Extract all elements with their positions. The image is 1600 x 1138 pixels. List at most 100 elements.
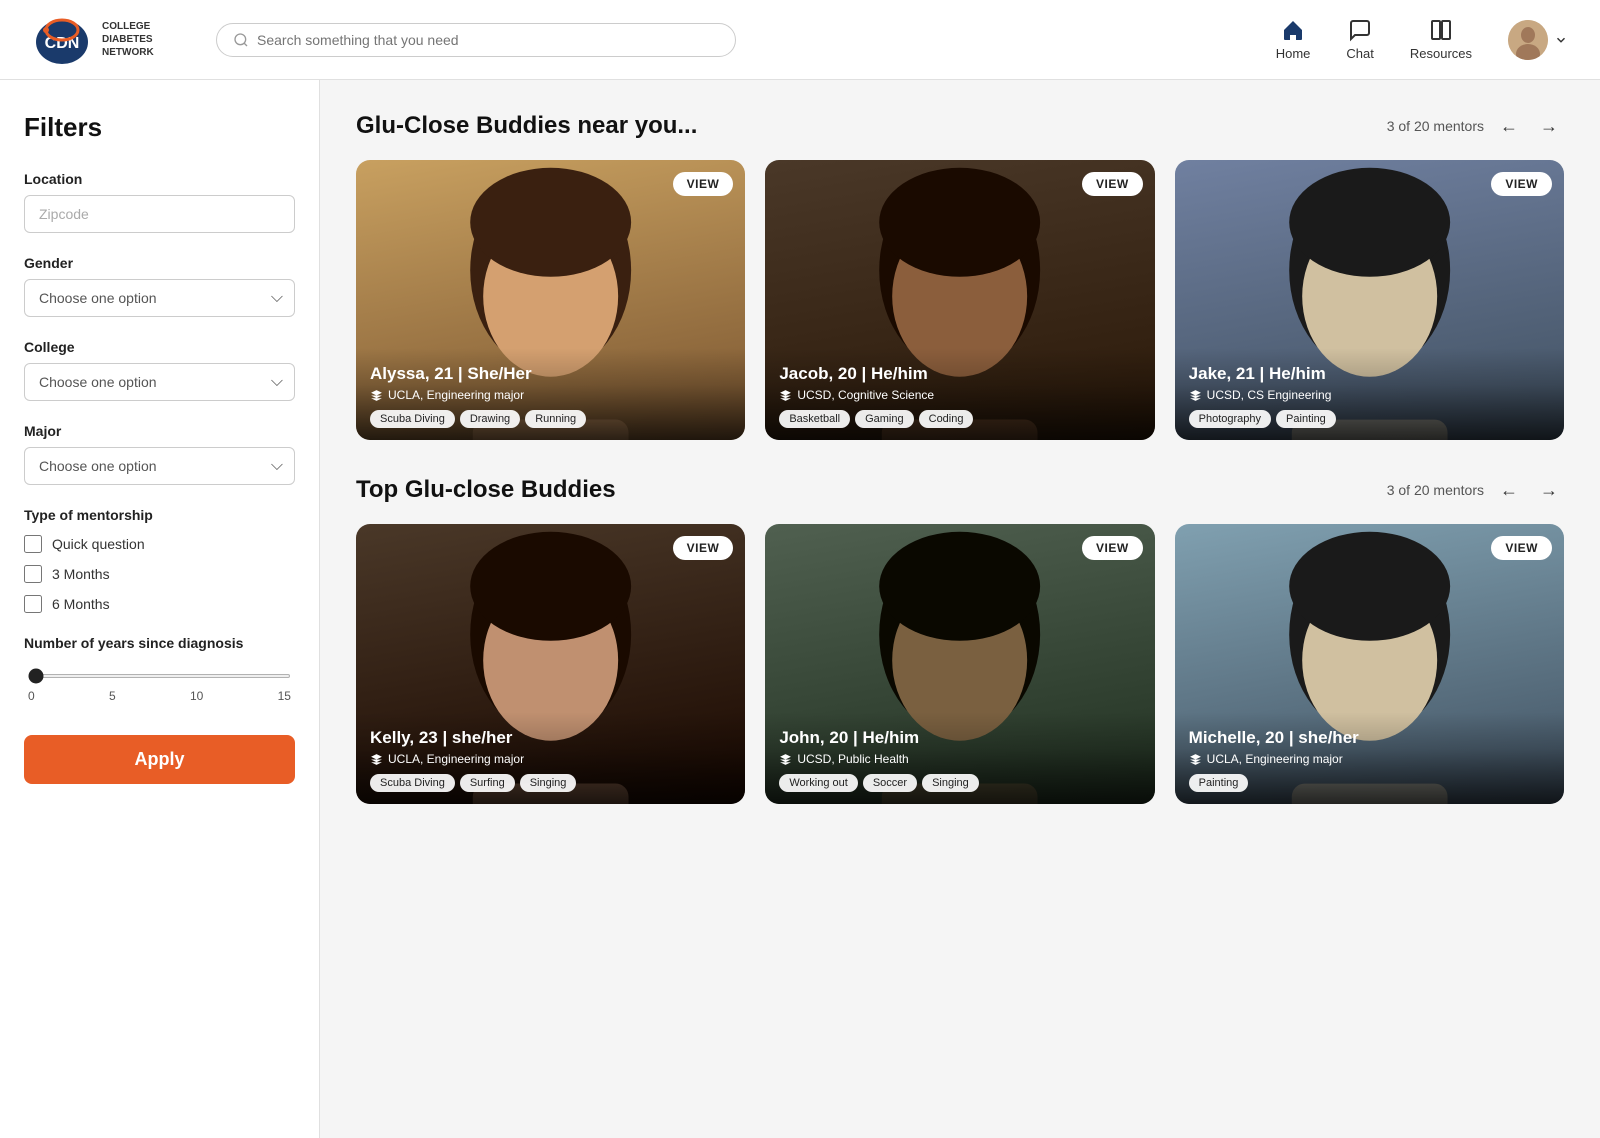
card-tag: Drawing: [460, 410, 520, 428]
nav-home[interactable]: Home: [1276, 18, 1311, 61]
card-tag: Singing: [922, 774, 979, 792]
card-overlay-kelly: Kelly, 23 | she/her UCLA, Engineering ma…: [356, 712, 745, 804]
top-buddies-pagination: 3 of 20 mentors ← →: [1387, 478, 1564, 503]
mentor-card-michelle[interactable]: VIEW Michelle, 20 | she/her UCLA, Engine…: [1175, 524, 1564, 804]
home-icon: [1281, 18, 1305, 42]
top-buddies-header: Top Glu-close Buddies 3 of 20 mentors ← …: [356, 476, 1564, 504]
card-tag: Singing: [520, 774, 577, 792]
view-button-jake[interactable]: VIEW: [1491, 172, 1552, 196]
checkbox-6-months-input[interactable]: [24, 595, 42, 613]
card-name-alyssa: Alyssa, 21 | She/Her: [370, 364, 731, 384]
search-bar[interactable]: [216, 23, 736, 57]
card-school-kelly: UCLA, Engineering major: [370, 752, 731, 766]
location-filter: Location: [24, 171, 295, 233]
school-icon: [370, 389, 383, 402]
card-tags-michelle: Painting: [1189, 774, 1550, 792]
mentor-card-jake[interactable]: VIEW Jake, 21 | He/him UCSD, CS Engineer…: [1175, 160, 1564, 440]
card-tag: Photography: [1189, 410, 1271, 428]
view-button-alyssa[interactable]: VIEW: [673, 172, 734, 196]
card-overlay-jacob: Jacob, 20 | He/him UCSD, Cognitive Scien…: [765, 348, 1154, 440]
card-tag: Painting: [1276, 410, 1336, 428]
card-tag: Painting: [1189, 774, 1249, 792]
slider-label-0: 0: [28, 689, 35, 703]
near-you-count: 3 of 20 mentors: [1387, 118, 1484, 134]
card-overlay-jake: Jake, 21 | He/him UCSD, CS Engineering P…: [1175, 348, 1564, 440]
nav-chat-label: Chat: [1346, 46, 1373, 61]
card-name-jake: Jake, 21 | He/him: [1189, 364, 1550, 384]
checkbox-quick-question-input[interactable]: [24, 535, 42, 553]
near-you-next-button[interactable]: →: [1534, 114, 1564, 139]
card-tags-john: Working out Soccer Singing: [779, 774, 1140, 792]
card-overlay-john: John, 20 | He/him UCSD, Public Health Wo…: [765, 712, 1154, 804]
nav-area: Home Chat Resources: [1276, 18, 1568, 61]
school-icon: [370, 753, 383, 766]
gender-select-wrapper: Choose one option Male Female Non-binary…: [24, 279, 295, 317]
card-tag: Surfing: [460, 774, 515, 792]
card-school-john: UCSD, Public Health: [779, 752, 1140, 766]
card-name-kelly: Kelly, 23 | she/her: [370, 728, 731, 748]
cdn-logo-icon: CDN: [32, 10, 92, 70]
card-name-jacob: Jacob, 20 | He/him: [779, 364, 1140, 384]
view-button-kelly[interactable]: VIEW: [673, 536, 734, 560]
major-label: Major: [24, 423, 295, 439]
main-layout: Filters Location Gender Choose one optio…: [0, 80, 1600, 1138]
gender-label: Gender: [24, 255, 295, 271]
checkbox-quick-question-label: Quick question: [52, 536, 145, 552]
card-overlay-michelle: Michelle, 20 | she/her UCLA, Engineering…: [1175, 712, 1564, 804]
sidebar: Filters Location Gender Choose one optio…: [0, 80, 320, 1138]
major-filter: Major Choose one option Engineering CS P…: [24, 423, 295, 485]
mentorship-title: Type of mentorship: [24, 507, 295, 523]
top-buddies-title: Top Glu-close Buddies: [356, 476, 616, 504]
view-button-michelle[interactable]: VIEW: [1491, 536, 1552, 560]
card-tags-kelly: Scuba DivingSurfingSinging: [370, 774, 731, 792]
near-you-title: Glu-Close Buddies near you...: [356, 112, 697, 140]
sidebar-title: Filters: [24, 112, 295, 143]
major-select[interactable]: Choose one option Engineering CS Public …: [24, 447, 295, 485]
mentor-card-john[interactable]: VIEW John, 20 | He/him UCSD, Public Heal…: [765, 524, 1154, 804]
card-tag: Soccer: [863, 774, 917, 792]
mentor-card-alyssa[interactable]: VIEW Alyssa, 21 | She/Her UCLA, Engineer…: [356, 160, 745, 440]
checkbox-3-months[interactable]: 3 Months: [24, 565, 295, 583]
nav-home-label: Home: [1276, 46, 1311, 61]
card-school-alyssa: UCLA, Engineering major: [370, 388, 731, 402]
mentor-card-kelly[interactable]: VIEW Kelly, 23 | she/her UCLA, Engineeri…: [356, 524, 745, 804]
card-tags-jacob: BasketballGamingCoding: [779, 410, 1140, 428]
mentorship-filter: Type of mentorship Quick question 3 Mont…: [24, 507, 295, 613]
near-you-prev-button[interactable]: ←: [1494, 114, 1524, 139]
apply-button[interactable]: Apply: [24, 735, 295, 784]
checkbox-6-months[interactable]: 6 Months: [24, 595, 295, 613]
search-input[interactable]: [257, 32, 719, 48]
college-filter: College Choose one option UCLA UCSD USC …: [24, 339, 295, 401]
mentor-card-jacob[interactable]: VIEW Jacob, 20 | He/him UCSD, Cognitive …: [765, 160, 1154, 440]
nav-resources-label: Resources: [1410, 46, 1472, 61]
diagnosis-filter: Number of years since diagnosis 0 5 10 1…: [24, 635, 295, 703]
card-school-jake: UCSD, CS Engineering: [1189, 388, 1550, 402]
card-tag: Coding: [919, 410, 974, 428]
checkbox-quick-question[interactable]: Quick question: [24, 535, 295, 553]
card-name-john: John, 20 | He/him: [779, 728, 1140, 748]
top-buddies-cards: VIEW Kelly, 23 | she/her UCLA, Engineeri…: [356, 524, 1564, 804]
card-tags-alyssa: Scuba DivingDrawingRunning: [370, 410, 731, 428]
college-select[interactable]: Choose one option UCLA UCSD USC: [24, 363, 295, 401]
view-button-jacob[interactable]: VIEW: [1082, 172, 1143, 196]
near-you-cards: VIEW Alyssa, 21 | She/Her UCLA, Engineer…: [356, 160, 1564, 440]
checkbox-3-months-input[interactable]: [24, 565, 42, 583]
card-overlay-alyssa: Alyssa, 21 | She/Her UCLA, Engineering m…: [356, 348, 745, 440]
nav-chat[interactable]: Chat: [1346, 18, 1373, 61]
major-select-wrapper: Choose one option Engineering CS Public …: [24, 447, 295, 485]
near-you-header: Glu-Close Buddies near you... 3 of 20 me…: [356, 112, 1564, 140]
top-buddies-prev-button[interactable]: ←: [1494, 478, 1524, 503]
logo[interactable]: CDN College Diabetes Network: [32, 10, 192, 70]
logo-text: College Diabetes Network: [102, 20, 154, 59]
chat-icon: [1348, 18, 1372, 42]
top-buddies-next-button[interactable]: →: [1534, 478, 1564, 503]
user-avatar-area[interactable]: [1508, 20, 1568, 60]
view-button-john[interactable]: VIEW: [1082, 536, 1143, 560]
card-tag: Working out: [779, 774, 858, 792]
location-input[interactable]: [24, 195, 295, 233]
near-you-pagination: 3 of 20 mentors ← →: [1387, 114, 1564, 139]
nav-resources[interactable]: Resources: [1410, 18, 1472, 61]
gender-select[interactable]: Choose one option Male Female Non-binary: [24, 279, 295, 317]
years-slider[interactable]: [28, 674, 291, 678]
avatar: [1508, 20, 1548, 60]
